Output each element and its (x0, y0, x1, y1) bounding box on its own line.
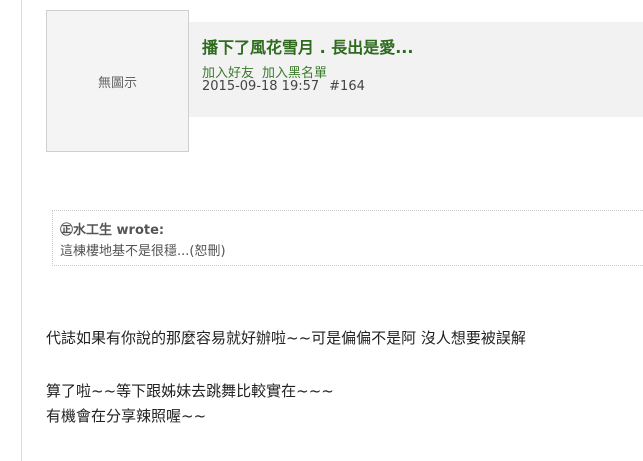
post-body-line: 有機會在分享辣照喔~~ (46, 407, 207, 425)
post-title[interactable]: 播下了風花雪月 . 長出是愛... (202, 34, 413, 58)
post-datetime: 2015-09-18 19:57 (202, 79, 320, 94)
post-meta: 2015-09-18 19:57 #164 (202, 79, 365, 94)
avatar-placeholder-text: 無圖示 (97, 75, 137, 91)
quote-text: 這棟樓地基不是很穩...(恕刪) (60, 244, 226, 259)
post-body-line: 算了啦~~等下跟姊妹去跳舞比較實在~~~ (46, 382, 334, 400)
post-number[interactable]: #164 (329, 79, 365, 94)
quote-block: ㊣水工生 wrote: 這棟樓地基不是很穩...(恕刪) (52, 210, 643, 266)
post-container: 無圖示 播下了風花雪月 . 長出是愛... 加入好友 加入黑名單 2015-09-… (21, 0, 643, 461)
avatar[interactable]: 無圖示 (46, 10, 189, 152)
quote-author: ㊣水工生 wrote: (60, 223, 165, 238)
post-body-line: 代誌如果有你說的那麼容易就好辦啦~~可是偏偏不是阿 沒人想要被誤解 (46, 329, 526, 347)
